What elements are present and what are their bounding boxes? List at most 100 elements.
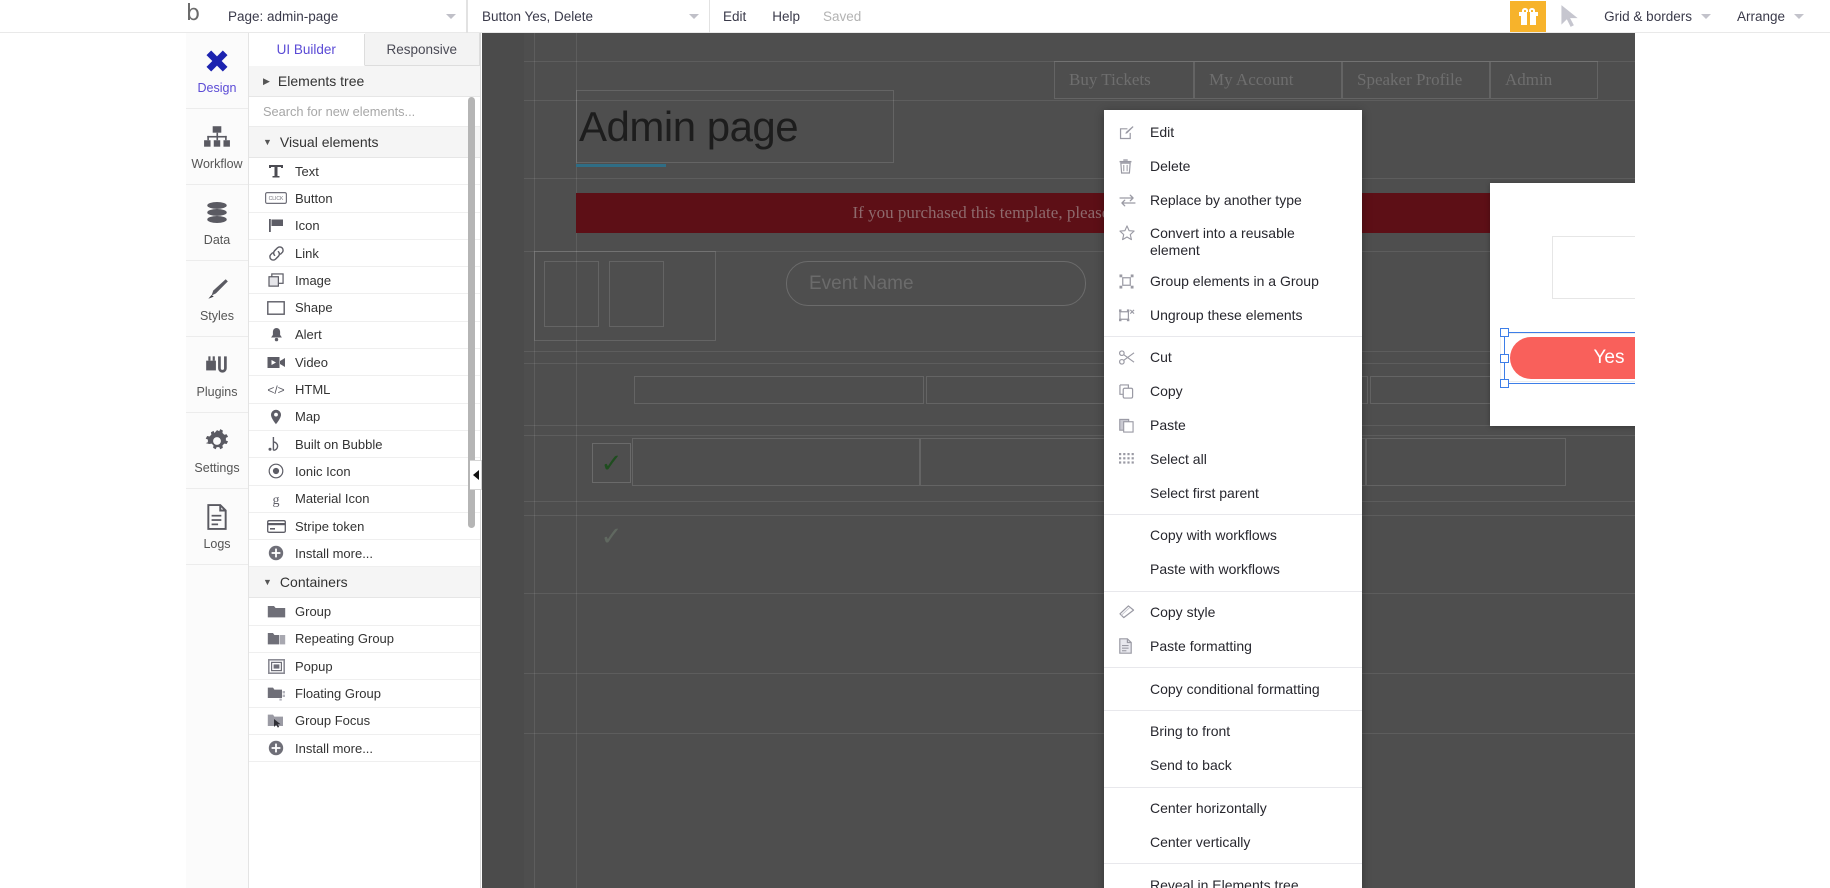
context-menu-item-select-all[interactable]: Select all: [1104, 442, 1362, 476]
context-menu-item-paste-formatting[interactable]: Paste formatting: [1104, 629, 1362, 663]
canvas-checkbox-checked[interactable]: ✓: [592, 443, 631, 483]
bubble-logo-icon[interactable]: b: [186, 3, 200, 25]
element-label: Link: [295, 245, 319, 261]
element-item-shape[interactable]: Shape: [249, 294, 480, 322]
context-menu-item-paste-with-workflows[interactable]: Paste with workflows: [1104, 553, 1362, 587]
element-item-image[interactable]: Image: [249, 267, 480, 295]
tab-responsive[interactable]: Responsive: [364, 33, 480, 65]
context-menu-item-delete[interactable]: Delete: [1104, 150, 1362, 184]
arrange-label: Arrange: [1736, 8, 1785, 24]
element-item-map[interactable]: Map: [249, 403, 480, 431]
element-item-icon[interactable]: Icon: [249, 212, 480, 240]
trash-icon: [1119, 159, 1139, 174]
context-menu-item-center-vertically[interactable]: Center vertically: [1104, 825, 1362, 859]
edit-menu[interactable]: Edit: [710, 9, 759, 24]
element-select[interactable]: Button Yes, Delete: [466, 0, 710, 33]
grid-borders-menu[interactable]: Grid & borders: [1604, 9, 1711, 24]
rail-item-data[interactable]: Data: [186, 185, 248, 261]
element-item-install-more-containers[interactable]: Install more...: [249, 734, 480, 763]
element-item-stripe-token[interactable]: Stripe token: [249, 512, 480, 541]
element-item-alert[interactable]: Alert: [249, 321, 480, 350]
context-menu-item-group-elements-in-a-group[interactable]: Group elements in a Group: [1104, 264, 1362, 298]
tab-ui-builder[interactable]: UI Builder: [249, 34, 365, 66]
context-menu-item-center-horizontally[interactable]: Center horizontally: [1104, 792, 1362, 826]
context-menu-item-convert-into-a-reusable-element[interactable]: Convert into a reusable element: [1104, 217, 1362, 264]
element-item-link[interactable]: Link: [249, 239, 480, 268]
context-menu-label: Copy style: [1150, 603, 1216, 620]
rail-item-logs[interactable]: Logs: [186, 489, 248, 565]
context-menu-item-bring-to-front[interactable]: Bring to front: [1104, 715, 1362, 749]
section-containers[interactable]: ▼ Containers: [249, 567, 480, 599]
element-item-floating-group[interactable]: Floating Group: [249, 680, 480, 708]
context-menu-item-ungroup-these-elements[interactable]: Ungroup these elements: [1104, 298, 1362, 332]
element-item-repeating-group[interactable]: Repeating Group: [249, 625, 480, 654]
element-item-html[interactable]: </> HTML: [249, 376, 480, 404]
panel-collapse-toggle[interactable]: [470, 460, 482, 490]
chevron-down-icon: ▼: [263, 137, 272, 147]
element-item-ionic-icon[interactable]: Ionic Icon: [249, 458, 480, 486]
gift-button[interactable]: [1510, 0, 1547, 32]
context-menu-item-send-to-back[interactable]: Send to back: [1104, 749, 1362, 783]
element-item-group-focus[interactable]: Group Focus: [249, 707, 480, 735]
panel-tab-bar: UI Builder Responsive: [249, 33, 480, 66]
context-menu-item-copy[interactable]: Copy: [1104, 375, 1362, 409]
canvas-checkbox-dim[interactable]: ✓: [592, 516, 631, 556]
elements-tree-header[interactable]: ▶ Elements tree: [249, 66, 480, 97]
design-icon: [203, 46, 231, 76]
rail-item-settings[interactable]: Settings: [186, 413, 248, 489]
page-select[interactable]: Page: admin-page: [214, 0, 467, 33]
rail-item-design[interactable]: Design: [186, 33, 248, 109]
element-label: Stripe token: [295, 518, 365, 534]
help-menu[interactable]: Help: [759, 9, 813, 24]
context-menu-item-select-first-parent[interactable]: Select first parent: [1104, 476, 1362, 510]
context-menu-item-reveal-in-elements-tree[interactable]: Reveal in Elements tree: [1104, 868, 1362, 888]
context-menu-item-edit[interactable]: Edit: [1104, 116, 1362, 150]
element-item-install-more-visual[interactable]: Install more...: [249, 540, 480, 568]
element-item-group[interactable]: Group: [249, 598, 480, 626]
element-label: HTML: [295, 382, 331, 398]
canvas-page: Buy Tickets My Account Speaker Profile A…: [524, 33, 1635, 888]
element-item-text[interactable]: Text: [249, 158, 480, 186]
selection-handle[interactable]: [1500, 354, 1509, 363]
context-menu-label: Send to back: [1150, 757, 1232, 774]
page-select-label: Page: admin-page: [227, 8, 339, 24]
context-menu-item-copy-with-workflows[interactable]: Copy with workflows: [1104, 519, 1362, 553]
selection-handle[interactable]: [1500, 328, 1509, 337]
search-input[interactable]: [263, 104, 480, 119]
context-menu-item-paste[interactable]: Paste: [1104, 409, 1362, 443]
rail-item-styles[interactable]: Styles: [186, 261, 248, 337]
rail-item-workflow[interactable]: Workflow: [186, 109, 248, 185]
context-menu-item-cut[interactable]: Cut: [1104, 341, 1362, 375]
toolbar-right-group: Grid & borders Arrange: [1510, 0, 1830, 33]
chevron-right-icon: ▶: [263, 75, 270, 86]
popup-yes-button[interactable]: Yes: [1510, 337, 1635, 379]
event-name-input[interactable]: Event Name: [786, 261, 1086, 306]
arrange-menu[interactable]: Arrange: [1737, 9, 1804, 24]
context-menu-label: Paste with workflows: [1150, 561, 1280, 578]
context-menu-label: Copy: [1150, 383, 1183, 400]
element-label: Ionic Icon: [295, 463, 351, 479]
element-item-built-on-bubble[interactable]: Built on Bubble: [249, 430, 480, 459]
context-menu-label: Select first parent: [1150, 484, 1259, 501]
element-item-video[interactable]: Video: [249, 349, 480, 377]
eraser-icon: [1119, 605, 1139, 619]
cursor-arrow-icon[interactable]: [1556, 3, 1582, 29]
rail-item-plugins[interactable]: Plugins: [186, 337, 248, 413]
card-icon: [265, 519, 287, 533]
popup-icon: [265, 658, 287, 674]
element-select-label: Button Yes, Delete: [481, 8, 594, 24]
check-icon: ✓: [600, 448, 623, 478]
plus-circle-icon: [265, 545, 287, 561]
element-item-material-icon[interactable]: g Material Icon: [249, 485, 480, 513]
selection-handle[interactable]: [1500, 379, 1509, 388]
element-item-popup[interactable]: Popup: [249, 653, 480, 681]
copy-icon: [1119, 384, 1139, 399]
context-menu-item-copy-conditional-formatting[interactable]: Copy conditional formatting: [1104, 672, 1362, 706]
context-menu-item-copy-style[interactable]: Copy style: [1104, 596, 1362, 630]
context-menu-item-replace-by-another-type[interactable]: Replace by another type: [1104, 184, 1362, 218]
design-canvas[interactable]: Buy Tickets My Account Speaker Profile A…: [482, 33, 1635, 888]
canvas-popup: ✕ A o Yes hanks: [1490, 183, 1635, 426]
element-item-button[interactable]: CLICK Button: [249, 185, 480, 213]
popup-message: A o: [1552, 236, 1635, 299]
section-visual-elements[interactable]: ▼ Visual elements: [249, 127, 480, 158]
